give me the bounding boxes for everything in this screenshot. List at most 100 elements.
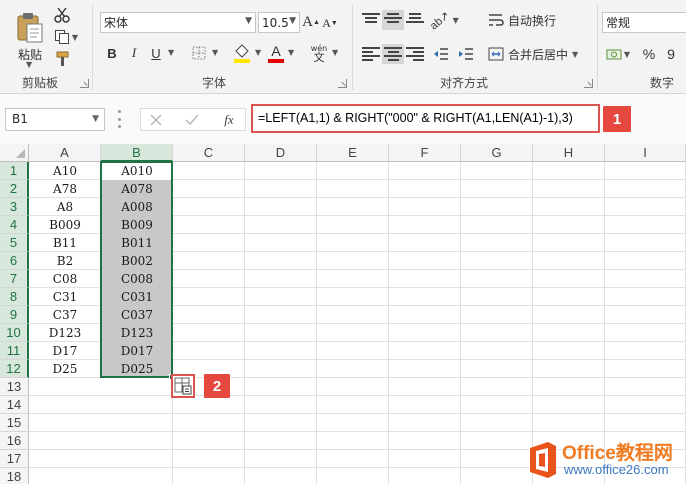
copy-button[interactable]: ▼	[52, 28, 80, 46]
align-top-button[interactable]	[360, 10, 382, 30]
merge-center-button[interactable]: 合并后居中 ▼	[488, 44, 584, 64]
column-header-b[interactable]: B	[101, 144, 173, 162]
worksheet-grid[interactable]: A B C D E F G H I 1 2 3 4 5 6 7 8 9 10 11 12 13 14 15 16 17 18 A10 A…	[0, 144, 686, 484]
copy-dropdown-icon[interactable]: ▼	[72, 33, 78, 42]
align-middle-button[interactable]	[382, 10, 404, 30]
paste-button[interactable]: 粘贴	[8, 6, 52, 68]
wrap-text-button[interactable]: 自动换行	[488, 10, 564, 30]
alignment-launcher-icon[interactable]	[584, 79, 593, 88]
underline-button[interactable]: U	[148, 44, 164, 62]
name-box[interactable]: B1 ▼	[5, 108, 105, 131]
cell-b5[interactable]: B011	[101, 234, 173, 252]
row-header-11[interactable]: 11	[0, 342, 29, 360]
accounting-format-button[interactable]: ▼	[604, 44, 632, 64]
cell-b1[interactable]: A010	[101, 162, 173, 180]
insert-function-button[interactable]: fx	[218, 110, 240, 130]
column-header-c[interactable]: C	[173, 144, 245, 162]
cell-a7[interactable]: C08	[29, 270, 101, 288]
row-header-2[interactable]: 2	[0, 180, 29, 198]
row-header-1[interactable]: 1	[0, 162, 29, 180]
font-color-dropdown-icon[interactable]: ▼	[288, 48, 294, 57]
cell-a4[interactable]: B009	[29, 216, 101, 234]
fill-color-button[interactable]	[232, 42, 252, 64]
font-color-button[interactable]: A	[266, 42, 286, 64]
increase-indent-button[interactable]	[455, 44, 477, 64]
format-painter-button[interactable]	[52, 50, 72, 68]
cell-b2[interactable]: A078	[101, 180, 173, 198]
cell-b9[interactable]: C037	[101, 306, 173, 324]
cell-b11[interactable]: D017	[101, 342, 173, 360]
cell-b10[interactable]: D123	[101, 324, 173, 342]
row-header-3[interactable]: 3	[0, 198, 29, 216]
column-header-g[interactable]: G	[461, 144, 533, 162]
cell-a3[interactable]: A8	[29, 198, 101, 216]
cell-b7[interactable]: C008	[101, 270, 173, 288]
cut-button[interactable]	[52, 6, 72, 24]
row-header-4[interactable]: 4	[0, 216, 29, 234]
fill-color-dropdown-icon[interactable]: ▼	[255, 48, 261, 57]
paste-options-button[interactable]	[171, 374, 195, 398]
underline-dropdown-icon[interactable]: ▼	[168, 48, 174, 57]
phonetic-button[interactable]: wén 文	[308, 42, 330, 64]
row-header-8[interactable]: 8	[0, 288, 29, 306]
row-header-7[interactable]: 7	[0, 270, 29, 288]
column-header-h[interactable]: H	[533, 144, 605, 162]
column-header-e[interactable]: E	[317, 144, 389, 162]
cell-b4[interactable]: B009	[101, 216, 173, 234]
row-header-9[interactable]: 9	[0, 306, 29, 324]
font-name-combo[interactable]: 宋体 ▼	[100, 12, 256, 33]
italic-button[interactable]: I	[126, 44, 142, 62]
phonetic-dropdown-icon[interactable]: ▼	[332, 48, 338, 57]
cell-a6[interactable]: B2	[29, 252, 101, 270]
row-header-16[interactable]: 16	[0, 432, 29, 450]
decrease-indent-button[interactable]	[430, 44, 452, 64]
bold-button[interactable]: B	[104, 44, 120, 62]
cell-b8[interactable]: C031	[101, 288, 173, 306]
row-header-15[interactable]: 15	[0, 414, 29, 432]
row-header-17[interactable]: 17	[0, 450, 29, 468]
confirm-entry-button[interactable]	[182, 110, 202, 130]
cell-a5[interactable]: B11	[29, 234, 101, 252]
column-header-a[interactable]: A	[29, 144, 101, 162]
row-header-5[interactable]: 5	[0, 234, 29, 252]
cancel-entry-button[interactable]	[146, 110, 166, 130]
percent-button[interactable]: %	[640, 44, 658, 64]
cell-a2[interactable]: A78	[29, 180, 101, 198]
align-left-button[interactable]	[360, 44, 382, 64]
paste-dropdown-icon[interactable]: ▼	[26, 60, 32, 69]
select-all-corner[interactable]	[0, 144, 29, 162]
orientation-button[interactable]: ab↗ ▼	[428, 9, 459, 32]
comma-style-button[interactable]: 9	[662, 44, 680, 64]
formula-bar-grip-icon[interactable]	[118, 110, 122, 128]
row-header-12[interactable]: 12	[0, 360, 29, 378]
column-header-i[interactable]: I	[605, 144, 686, 162]
cell-a12[interactable]: D25	[29, 360, 101, 378]
row-header-18[interactable]: 18	[0, 468, 29, 484]
formula-input[interactable]: =LEFT(A1,1) & RIGHT("000" & RIGHT(A1,LEN…	[251, 104, 600, 133]
align-right-button[interactable]	[404, 44, 426, 64]
borders-button[interactable]	[190, 44, 208, 62]
font-size-combo[interactable]: 10.5 ▼	[258, 12, 300, 33]
cell-a10[interactable]: D123	[29, 324, 101, 342]
cell-b6[interactable]: B002	[101, 252, 173, 270]
align-center-button[interactable]	[382, 44, 404, 64]
cell-b3[interactable]: A008	[101, 198, 173, 216]
cell-b12[interactable]: D025	[101, 360, 173, 378]
cell-a1[interactable]: A10	[29, 162, 101, 180]
number-format-combo[interactable]: 常规	[602, 12, 686, 33]
clipboard-launcher-icon[interactable]	[80, 79, 89, 88]
align-bottom-button[interactable]	[404, 10, 426, 30]
shrink-font-button[interactable]: A ▼	[322, 14, 338, 32]
font-launcher-icon[interactable]	[338, 79, 347, 88]
row-header-13[interactable]: 13	[0, 378, 29, 396]
grow-font-button[interactable]: A ▲	[302, 12, 320, 32]
cell-a8[interactable]: C31	[29, 288, 101, 306]
column-header-d[interactable]: D	[245, 144, 317, 162]
cell-a11[interactable]: D17	[29, 342, 101, 360]
row-header-10[interactable]: 10	[0, 324, 29, 342]
row-header-14[interactable]: 14	[0, 396, 29, 414]
row-header-6[interactable]: 6	[0, 252, 29, 270]
borders-dropdown-icon[interactable]: ▼	[212, 48, 218, 57]
column-header-f[interactable]: F	[389, 144, 461, 162]
cell-a9[interactable]: C37	[29, 306, 101, 324]
